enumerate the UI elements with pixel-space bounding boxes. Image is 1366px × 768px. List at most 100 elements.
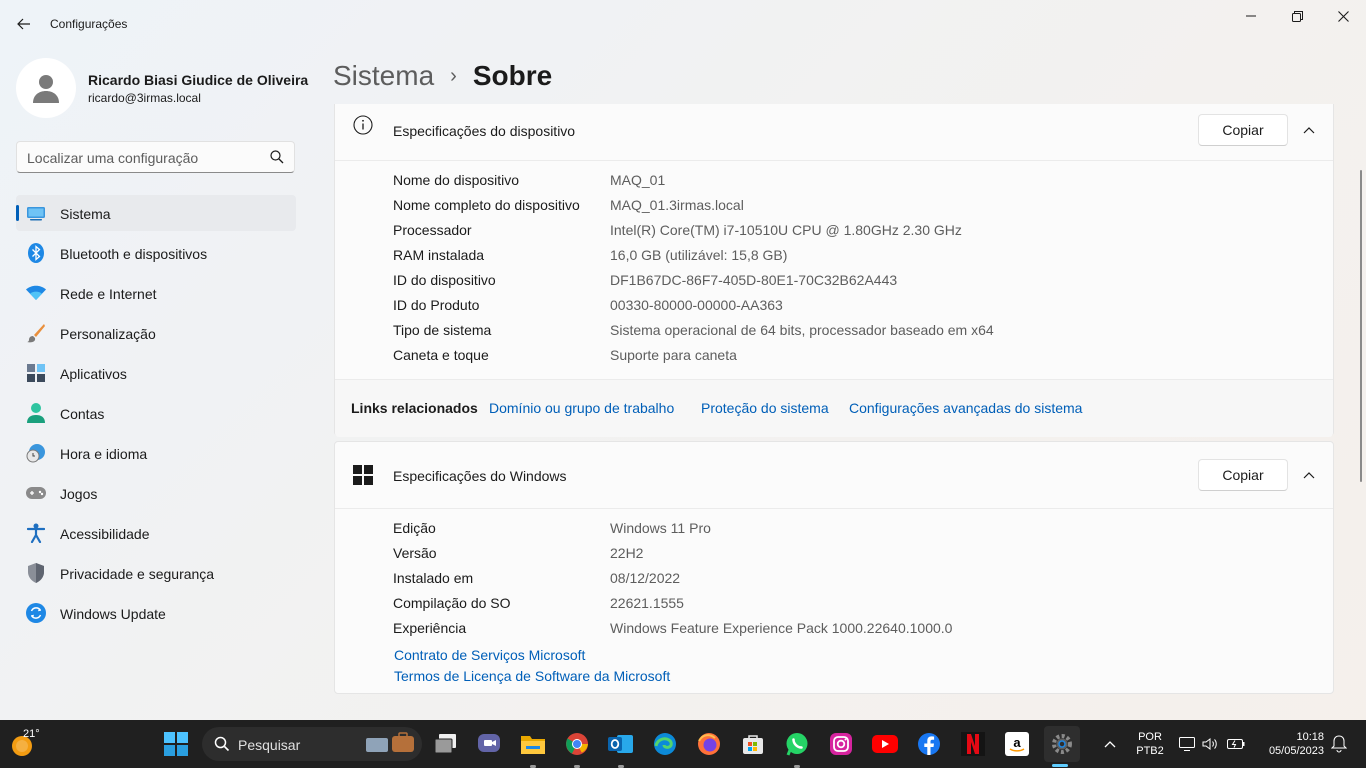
battery-charging-icon <box>1227 739 1245 749</box>
spec-value: Intel(R) Core(TM) i7-10510U CPU @ 1.80GH… <box>610 222 962 238</box>
spec-row: RAM instalada 16,0 GB (utilizável: 15,8 G… <box>335 243 1333 268</box>
sidebar-item-hora[interactable]: Hora e idioma <box>16 435 296 471</box>
edge-button[interactable] <box>649 728 681 760</box>
search-icon <box>270 150 284 164</box>
sidebar-item-jogos[interactable]: Jogos <box>16 475 296 511</box>
link-contrato-servicos[interactable]: Contrato de Serviços Microsoft <box>394 645 1333 666</box>
close-button[interactable] <box>1320 0 1366 32</box>
chevron-up-icon[interactable] <box>1301 122 1317 138</box>
sidebar-item-contas[interactable]: Contas <box>16 395 296 431</box>
sidebar-item-sistema[interactable]: Sistema <box>16 195 296 231</box>
task-view-button[interactable] <box>430 728 462 760</box>
settings-app-button[interactable] <box>1044 726 1080 762</box>
youtube-button[interactable] <box>869 728 901 760</box>
store-button[interactable] <box>737 728 769 760</box>
restore-button[interactable] <box>1274 0 1320 32</box>
sidebar-item-privacidade[interactable]: Privacidade e segurança <box>16 555 296 591</box>
sidebar-item-rede[interactable]: Rede e Internet <box>16 275 296 311</box>
spec-label: Edição <box>393 520 436 536</box>
sidebar-item-aplicativos[interactable]: Aplicativos <box>16 355 296 391</box>
netflix-icon <box>961 732 985 756</box>
outlook-icon <box>608 735 633 753</box>
link-termos-licenca[interactable]: Termos de Licença de Software da Microso… <box>394 666 1333 687</box>
speaker-icon <box>1202 738 1217 750</box>
firefox-button[interactable] <box>693 728 725 760</box>
network-status[interactable] <box>1176 728 1198 760</box>
windows-specs-title: Especificações do Windows <box>393 468 567 484</box>
minimize-button[interactable] <box>1228 0 1274 32</box>
device-specs-card: Especificações do dispositivo Copiar Nom… <box>334 104 1334 437</box>
taskbar: 21° Pesquisar a POR PTB2 10:18 05/05/202… <box>0 720 1366 768</box>
network-icon <box>1179 737 1195 751</box>
notification-bell-icon <box>1331 735 1347 753</box>
spec-label: ID do dispositivo <box>393 272 496 288</box>
device-specs-header[interactable]: Especificações do dispositivo Copiar <box>335 104 1333 160</box>
clock[interactable]: 10:18 05/05/2023 <box>1254 730 1324 758</box>
svg-text:a: a <box>1013 735 1021 750</box>
show-hidden-icons-button[interactable] <box>1096 728 1124 760</box>
copy-windows-specs-button[interactable]: Copiar <box>1198 459 1288 491</box>
sidebar-item-acessibilidade[interactable]: Acessibilidade <box>16 515 296 551</box>
chrome-button[interactable] <box>561 728 593 760</box>
outlook-button[interactable] <box>605 728 637 760</box>
chevron-up-icon <box>1104 741 1116 748</box>
task-view-icon <box>434 734 456 754</box>
user-profile[interactable]: Ricardo Biasi Giudice de Oliveira ricard… <box>16 58 308 118</box>
spec-value: Windows 11 Pro <box>610 520 711 536</box>
spec-value: MAQ_01.3irmas.local <box>610 197 744 213</box>
account-icon <box>26 403 46 423</box>
sidebar-item-label: Hora e idioma <box>60 446 148 462</box>
sidebar-item-label: Aplicativos <box>60 366 127 382</box>
update-icon <box>26 603 46 623</box>
file-explorer-button[interactable] <box>517 728 549 760</box>
volume-status[interactable] <box>1199 728 1221 760</box>
restore-icon <box>1291 10 1303 22</box>
spec-row: Experiência Windows Feature Experience Pa… <box>335 616 1333 641</box>
taskbar-search[interactable]: Pesquisar <box>202 727 422 761</box>
amazon-button[interactable]: a <box>1001 728 1033 760</box>
spec-label: Processador <box>393 222 472 238</box>
chevron-up-icon[interactable] <box>1301 467 1317 483</box>
whatsapp-icon <box>786 733 808 756</box>
start-button[interactable] <box>160 728 192 760</box>
wifi-icon <box>26 283 46 303</box>
sidebar-item-label: Sistema <box>60 206 111 222</box>
language-code: POR <box>1138 731 1162 743</box>
spec-row: Instalado em 08/12/2022 <box>335 566 1333 591</box>
back-button[interactable] <box>10 10 38 38</box>
sidebar-item-label: Rede e Internet <box>60 286 157 302</box>
apps-icon <box>26 363 46 383</box>
sidebar-item-bluetooth[interactable]: Bluetooth e dispositivos <box>16 235 296 271</box>
search-placeholder: Localizar uma configuração <box>27 150 199 166</box>
battery-status[interactable] <box>1224 728 1248 760</box>
link-dominio[interactable]: Domínio ou grupo de trabalho <box>489 400 674 416</box>
facebook-button[interactable] <box>913 728 945 760</box>
settings-window: Configurações Ricardo Biasi Giudice de O… <box>0 0 1366 720</box>
link-protecao-sistema[interactable]: Proteção do sistema <box>701 400 829 416</box>
spec-row: Versão 22H2 <box>335 541 1333 566</box>
windows-specs-card: Especificações do Windows Copiar Edição W… <box>334 441 1334 694</box>
settings-search-input[interactable]: Localizar uma configuração <box>16 141 295 173</box>
spec-label: Experiência <box>393 620 467 636</box>
teams-chat-button[interactable] <box>473 728 505 760</box>
link-config-avancadas[interactable]: Configurações avançadas do sistema <box>849 400 1082 416</box>
facebook-icon <box>918 733 940 755</box>
bluetooth-icon <box>26 243 46 263</box>
windows-specs-header[interactable]: Especificações do Windows Copiar <box>335 442 1333 508</box>
firefox-icon <box>698 733 720 755</box>
notifications-button[interactable] <box>1328 728 1350 760</box>
language-indicator[interactable]: POR PTB2 <box>1133 730 1167 758</box>
main-content[interactable]: Especificações do dispositivo Copiar Nom… <box>334 104 1334 696</box>
copy-device-specs-button[interactable]: Copiar <box>1198 114 1288 146</box>
folder-icon <box>521 736 545 754</box>
sidebar-item-windows-update[interactable]: Windows Update <box>16 595 296 631</box>
arrow-left-icon <box>17 18 30 30</box>
clock-time: 10:18 <box>1296 731 1324 743</box>
sidebar-item-personalizacao[interactable]: Personalização <box>16 315 296 351</box>
whatsapp-button[interactable] <box>781 728 813 760</box>
netflix-button[interactable] <box>957 728 989 760</box>
instagram-button[interactable] <box>825 728 857 760</box>
spec-row: Tipo de sistema Sistema operacional de 64… <box>335 318 1333 343</box>
scrollbar[interactable] <box>1360 170 1362 482</box>
breadcrumb-parent[interactable]: Sistema <box>333 60 434 92</box>
